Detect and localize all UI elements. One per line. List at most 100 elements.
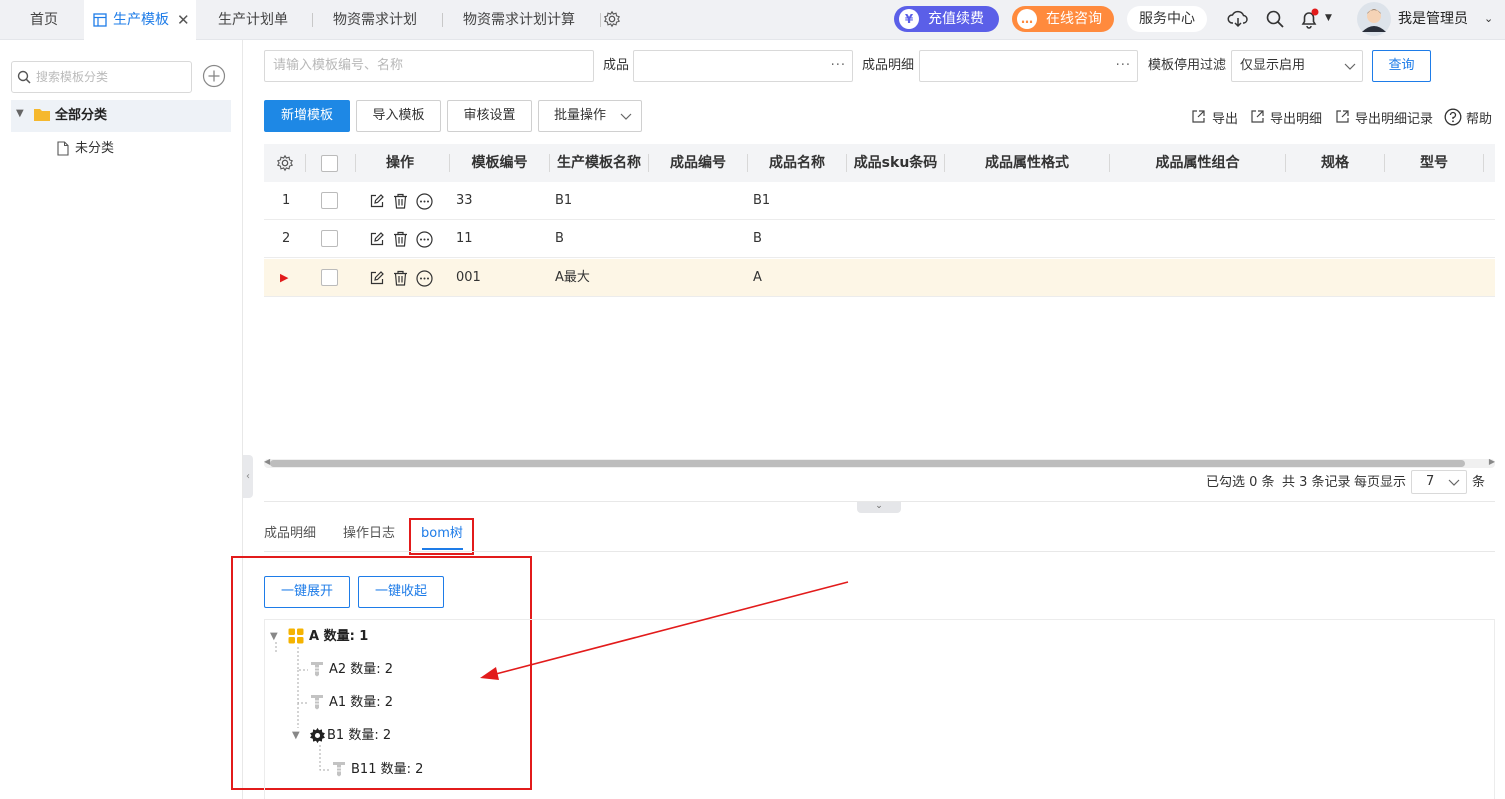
help-icon xyxy=(1444,108,1462,126)
row-index: 2 xyxy=(282,231,291,246)
chevron-down-icon xyxy=(620,113,632,120)
edit-icon[interactable] xyxy=(370,232,384,246)
cell-template-name: B xyxy=(555,231,564,246)
template-keyword-input[interactable]: 请输入模板编号、名称 xyxy=(264,50,594,82)
column-header-attribute-combo[interactable]: 成品属性组合 xyxy=(1110,144,1285,182)
column-header-spec[interactable]: 规格 xyxy=(1286,144,1384,182)
delete-trash-icon[interactable] xyxy=(393,193,408,209)
row-checkbox[interactable] xyxy=(321,230,338,247)
column-header-attribute-format[interactable]: 成品属性格式 xyxy=(945,144,1109,182)
edit-icon[interactable] xyxy=(370,194,384,208)
export-icon xyxy=(1336,110,1349,123)
top-bar: 首页 生产模板 ✕ 生产计划单 物资需求计划 物资需求计划计算 ¥ 充值续费 …… xyxy=(0,0,1505,40)
column-header-sku-barcode[interactable]: 成品sku条码 xyxy=(847,144,944,182)
product-field[interactable]: ··· xyxy=(633,50,853,82)
caret-down-icon[interactable]: ▼ xyxy=(270,631,278,642)
caret-down-icon[interactable]: ▼ xyxy=(292,730,300,741)
delete-trash-icon[interactable] xyxy=(393,231,408,247)
user-chevron-down-icon[interactable]: ⌄ xyxy=(1484,0,1493,38)
product-detail-field[interactable]: ··· xyxy=(919,50,1138,82)
caret-down-icon[interactable]: ▼ xyxy=(16,108,24,119)
tree-item-label: 未分类 xyxy=(75,141,115,156)
avatar[interactable] xyxy=(1357,2,1391,36)
consult-button[interactable]: … 在线咨询 xyxy=(1012,6,1114,32)
bell-dropdown-caret-icon[interactable]: ▼ xyxy=(1325,13,1332,23)
category-search-placeholder: 搜索模板分类 xyxy=(36,70,109,84)
import-template-button[interactable]: 导入模板 xyxy=(356,100,441,132)
tab-separator xyxy=(442,0,443,40)
chevron-down-icon xyxy=(1448,479,1460,486)
user-name[interactable]: 我是管理员 xyxy=(1398,0,1468,38)
cloud-download-icon[interactable] xyxy=(1227,8,1249,30)
category-search-input[interactable]: 搜索模板分类 xyxy=(11,61,192,93)
tab-product-detail[interactable]: 成品明细 xyxy=(264,525,316,543)
tab-bom-tree[interactable]: bom树 xyxy=(421,525,463,543)
sidebar-collapse-handle[interactable]: ‹ xyxy=(243,455,253,498)
tab-production-plan[interactable]: 生产计划单 xyxy=(218,0,288,40)
tab-material-plan-calc[interactable]: 物资需求计划计算 xyxy=(463,0,575,40)
chat-bubble-icon: … xyxy=(1017,9,1037,29)
column-header-template-code[interactable]: 模板编号 xyxy=(450,144,549,182)
tab-home[interactable]: 首页 xyxy=(0,0,88,40)
column-settings-gear-icon[interactable] xyxy=(276,154,294,172)
search-icon[interactable] xyxy=(1264,8,1286,30)
tab-material-plan[interactable]: 物资需求计划 xyxy=(333,0,417,40)
audit-settings-button[interactable]: 审核设置 xyxy=(447,100,532,132)
scroll-left-icon[interactable]: ◀ xyxy=(264,457,270,466)
recharge-button[interactable]: ¥ 充值续费 xyxy=(894,6,999,32)
horizontal-scrollbar[interactable]: ◀ ▶ xyxy=(264,457,1495,468)
disable-filter-label: 模板停用过滤 xyxy=(1148,58,1227,73)
table-row-selected[interactable]: ▶ 001 A最大 A xyxy=(264,259,1495,297)
bell-icon[interactable] xyxy=(1298,8,1320,30)
screw-part-icon xyxy=(333,762,345,777)
tab-separator xyxy=(312,0,313,40)
column-header-product-code[interactable]: 成品编号 xyxy=(649,144,747,182)
add-category-icon[interactable] xyxy=(202,64,226,88)
row-checkbox[interactable] xyxy=(321,269,338,286)
table-row[interactable]: 1 33 B1 B1 xyxy=(264,182,1495,220)
add-template-button[interactable]: 新增模板 xyxy=(264,100,350,132)
per-page-label: 每页显示 xyxy=(1354,475,1407,490)
disable-filter-select[interactable]: 仅显示启用 xyxy=(1231,50,1363,82)
service-center-button[interactable]: 服务中心 xyxy=(1127,6,1207,32)
tab-material-plan-label: 物资需求计划 xyxy=(333,12,417,28)
add-template-label: 新增模板 xyxy=(280,108,333,123)
table-row[interactable]: 2 11 B B xyxy=(264,220,1495,258)
tab-production-plan-label: 生产计划单 xyxy=(218,12,288,28)
batch-operation-button[interactable]: 批量操作 xyxy=(538,100,642,132)
collapse-panel-chevron-icon[interactable]: ⌄ xyxy=(857,502,901,513)
more-options-icon[interactable]: ··· xyxy=(831,51,846,81)
expand-all-button[interactable]: 一键展开 xyxy=(264,576,350,608)
collapse-all-button[interactable]: 一键收起 xyxy=(358,576,444,608)
tree-item-all-categories[interactable]: ▼ 全部分类 xyxy=(11,100,231,132)
query-button[interactable]: 查询 xyxy=(1372,50,1431,82)
bom-node-label: A1 数量: 2 xyxy=(329,695,394,710)
close-tab-icon[interactable]: ✕ xyxy=(177,0,190,40)
tree-item-uncategorized[interactable]: 未分类 xyxy=(55,136,215,162)
scrollbar-thumb[interactable] xyxy=(270,460,1465,467)
money-bag-icon: ¥ xyxy=(899,9,919,29)
tab-production-template[interactable]: 生产模板 ✕ xyxy=(84,0,196,40)
tab-operation-log[interactable]: 操作日志 xyxy=(343,525,395,543)
edit-icon[interactable] xyxy=(370,271,384,285)
product-detail-label: 成品明细 xyxy=(862,58,915,73)
more-options-icon[interactable]: ··· xyxy=(1116,51,1131,81)
more-actions-icon[interactable] xyxy=(416,193,433,210)
per-page-select[interactable]: 7 xyxy=(1411,470,1467,494)
column-header-model[interactable]: 型号 xyxy=(1385,144,1483,182)
row-checkbox[interactable] xyxy=(321,192,338,209)
cell-template-code: 33 xyxy=(456,193,473,208)
select-all-checkbox[interactable] xyxy=(321,155,338,172)
query-label: 查询 xyxy=(1388,58,1415,73)
import-template-label: 导入模板 xyxy=(372,108,425,123)
delete-trash-icon[interactable] xyxy=(393,270,408,286)
column-header-product-name[interactable]: 成品名称 xyxy=(748,144,846,182)
tab-settings-gear-icon[interactable] xyxy=(603,10,621,28)
column-header-template-name[interactable]: 生产模板名称 xyxy=(550,144,648,182)
more-actions-icon[interactable] xyxy=(416,231,433,248)
more-actions-icon[interactable] xyxy=(416,270,433,287)
cell-product-name: A xyxy=(753,270,762,285)
scroll-right-icon[interactable]: ▶ xyxy=(1489,457,1495,466)
bom-node-label: A2 数量: 2 xyxy=(329,662,394,677)
tab-separator xyxy=(600,0,601,40)
